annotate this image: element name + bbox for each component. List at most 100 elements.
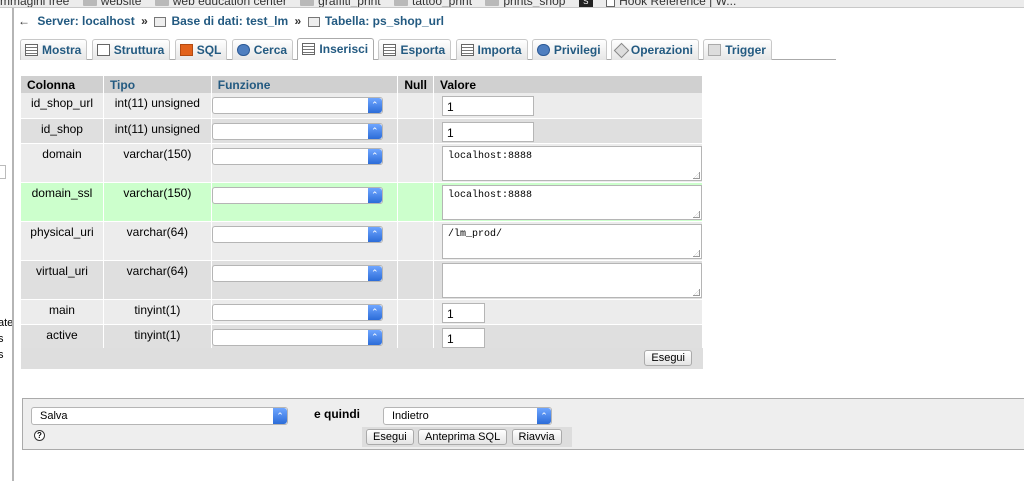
help-icon[interactable]: ? <box>34 430 45 441</box>
column-name: main <box>21 299 104 325</box>
chevron-updown-icon: ⌃ <box>273 408 287 424</box>
bookmark-item[interactable]: Hook Reference | W... <box>606 0 736 7</box>
table-icon <box>25 44 38 56</box>
sql-icon <box>179 44 193 56</box>
column-type: int(11) unsigned <box>103 118 212 144</box>
table-row: virtual_uri varchar(64) ⌃ <box>21 260 703 300</box>
then-select[interactable]: Indietro ⌃ <box>383 407 552 425</box>
nav-text-fragment: ate <box>0 317 14 329</box>
value-input[interactable]: 1 <box>442 121 534 142</box>
resize-grip-icon[interactable] <box>693 210 700 218</box>
action-select[interactable]: Salva ⌃ <box>31 407 288 425</box>
nav-text-fragment: s <box>0 349 4 362</box>
breadcrumb-separator: » <box>294 14 302 28</box>
preview-sql-button[interactable]: Anteprima SQL <box>417 429 508 445</box>
resize-grip-icon[interactable] <box>693 288 700 296</box>
function-select[interactable]: ⌃ <box>211 264 383 282</box>
folder-icon <box>82 0 97 7</box>
column-type: int(11) unsigned <box>103 93 212 119</box>
tab-cerca[interactable]: Cerca <box>231 39 294 60</box>
bookmark-item[interactable]: website <box>82 0 141 7</box>
bookmark-item[interactable]: prints_shop <box>485 0 565 7</box>
function-select[interactable]: ⌃ <box>211 97 383 114</box>
column-name: id_shop_url <box>21 93 104 119</box>
resize-grip-icon[interactable] <box>693 171 700 179</box>
header-function[interactable]: Funzione <box>211 76 399 93</box>
collapse-handle[interactable] <box>0 165 6 179</box>
phpmyadmin-insert-page: mmagini free website web education cente… <box>0 0 1024 481</box>
privileges-icon <box>536 44 550 56</box>
tab-sql[interactable]: SQL <box>174 39 228 60</box>
back-arrow-icon[interactable]: ← <box>18 14 30 28</box>
tab-importa[interactable]: Importa <box>455 39 528 60</box>
header-type[interactable]: Tipo <box>103 76 212 93</box>
bookmark-item[interactable]: web education center <box>154 0 287 7</box>
tab-privilegi[interactable]: Privilegi <box>531 39 607 60</box>
bookmark-item[interactable]: S <box>578 0 593 7</box>
tab-esporta[interactable]: Esporta <box>378 39 452 60</box>
header-column: Colonna <box>21 76 104 93</box>
bookmark-item[interactable]: graffiti_print <box>300 0 381 7</box>
resize-grip-icon[interactable] <box>693 249 700 257</box>
null-cell <box>397 299 434 325</box>
execute-button[interactable]: Esegui <box>644 350 692 366</box>
tab-mostra[interactable]: Mostra <box>20 39 88 60</box>
execute-button[interactable]: Esegui <box>366 429 414 445</box>
table-row: domain_ssl varchar(150) ⌃ localhost:8888 <box>21 182 703 222</box>
chevron-updown-icon: ⌃ <box>367 98 382 113</box>
function-select[interactable]: ⌃ <box>211 328 383 346</box>
column-name: domain_ssl <box>21 182 104 222</box>
tab-operazioni[interactable]: Operazioni <box>610 39 699 60</box>
folder-icon <box>300 0 315 7</box>
tab-struttura[interactable]: Struttura <box>91 39 171 60</box>
column-name: active <box>21 324 104 350</box>
nav-text-fragment: s <box>0 333 4 346</box>
chevron-updown-icon: ⌃ <box>367 187 382 203</box>
structure-icon <box>96 44 110 56</box>
table-row: main tinyint(1) ⌃ 1 <box>21 299 703 325</box>
table-row: domain varchar(150) ⌃ localhost:8888 <box>21 143 703 183</box>
tab-trigger[interactable]: Trigger <box>703 39 772 60</box>
header-null: Null <box>397 76 434 93</box>
value-textarea[interactable] <box>442 262 702 298</box>
value-input[interactable]: 1 <box>442 302 485 323</box>
insert-form-table: Colonna Tipo Funzione Null Valore id_sho… <box>21 76 703 350</box>
function-select[interactable]: ⌃ <box>211 122 383 140</box>
table-icon <box>307 16 320 27</box>
bookmark-item[interactable]: tattoo_print <box>393 0 472 7</box>
reset-button[interactable]: Riavvia <box>511 429 562 445</box>
value-textarea[interactable]: localhost:8888 <box>442 184 702 220</box>
bookmark-item[interactable]: mmagini free <box>0 0 69 7</box>
table-row: physical_uri varchar(64) ⌃ /lm_prod/ <box>21 221 703 261</box>
import-icon <box>460 44 474 56</box>
chevron-updown-icon: ⌃ <box>367 304 382 320</box>
textarea-value: localhost:8888 <box>448 150 533 162</box>
function-select[interactable]: ⌃ <box>211 147 383 165</box>
chevron-updown-icon: ⌃ <box>537 408 551 424</box>
folder-icon <box>154 0 169 7</box>
folder-icon <box>485 0 500 7</box>
null-cell <box>397 118 434 144</box>
breadcrumb-server[interactable]: Server: localhost <box>37 14 134 28</box>
value-input[interactable]: 1 <box>442 96 534 116</box>
value-textarea[interactable]: localhost:8888 <box>442 145 702 181</box>
table-row: id_shop_url int(11) unsigned ⌃ 1 <box>21 93 703 119</box>
null-cell <box>397 182 434 222</box>
column-type: varchar(150) <box>103 182 212 222</box>
chevron-updown-icon: ⌃ <box>367 265 382 281</box>
value-textarea[interactable]: /lm_prod/ <box>442 223 702 259</box>
function-select[interactable]: ⌃ <box>211 303 383 321</box>
value-input[interactable]: 1 <box>442 327 485 348</box>
null-cell <box>397 324 434 350</box>
column-type: tinyint(1) <box>103 299 212 325</box>
tab-inserisci[interactable]: Inserisci <box>297 38 375 60</box>
after-insert-fieldset: Salva ⌃ e quindi Indietro ⌃ ? Esegui Ant… <box>22 398 1024 450</box>
function-select[interactable]: ⌃ <box>211 225 383 243</box>
column-type: varchar(64) <box>103 260 212 300</box>
function-select[interactable]: ⌃ <box>211 186 383 204</box>
breadcrumb-table[interactable]: Tabella: ps_shop_url <box>325 14 444 28</box>
chevron-updown-icon: ⌃ <box>367 226 382 242</box>
column-type: tinyint(1) <box>103 324 212 350</box>
breadcrumb-database[interactable]: Base di dati: test_lm <box>171 14 288 28</box>
textarea-value: localhost:8888 <box>448 189 533 201</box>
